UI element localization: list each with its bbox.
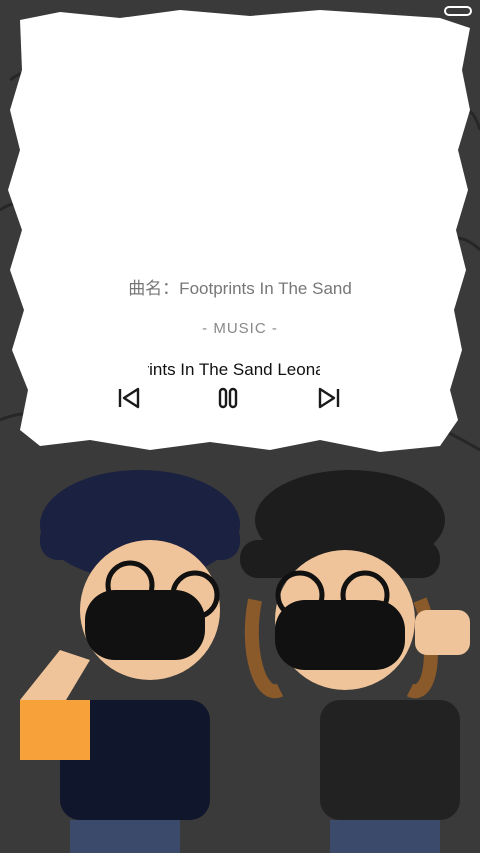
- pause-icon: [218, 387, 238, 409]
- scrolling-title-window: Footprints In The Sand Leona Lewis: [148, 360, 320, 384]
- scrolling-title: Footprints In The Sand Leona Lewis: [148, 360, 320, 379]
- song-title-line: 曲名：Footprints In The Sand: [128, 279, 352, 298]
- previous-button[interactable]: [114, 384, 144, 412]
- pause-button[interactable]: [213, 384, 243, 412]
- music-label: - MUSIC -: [202, 320, 278, 337]
- next-track-icon: [318, 387, 340, 409]
- previous-track-icon: [118, 387, 140, 409]
- next-button[interactable]: [314, 384, 344, 412]
